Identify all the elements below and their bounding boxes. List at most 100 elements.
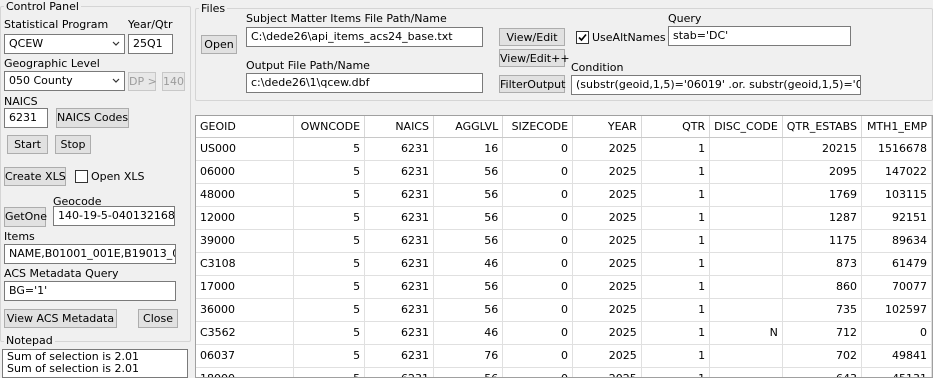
table-cell[interactable]: 46 xyxy=(433,252,504,276)
output-file-input[interactable]: c:\dede26\1\qcew.dbf xyxy=(246,73,483,93)
table-cell[interactable]: 2025 xyxy=(572,367,642,377)
table-cell[interactable]: 2025 xyxy=(572,298,642,322)
table-cell[interactable]: 0 xyxy=(502,344,574,368)
table-cell[interactable]: 5 xyxy=(293,321,366,345)
table-cell[interactable]: 2025 xyxy=(572,229,642,253)
table-cell[interactable]: 6231 xyxy=(364,137,434,161)
table-cell[interactable]: 6231 xyxy=(364,275,434,299)
getone-button[interactable]: GetOne xyxy=(4,207,47,227)
table-cell[interactable]: 102597 xyxy=(861,298,932,322)
table-cell[interactable]: 6231 xyxy=(364,206,434,230)
table-cell[interactable]: 1769 xyxy=(782,183,862,207)
table-cell[interactable] xyxy=(709,344,783,368)
statistical-program-select[interactable]: QCEW xyxy=(4,34,125,54)
table-cell[interactable]: 0 xyxy=(502,206,574,230)
table-cell[interactable]: 1 xyxy=(641,137,711,161)
table-cell[interactable]: 6231 xyxy=(364,298,434,322)
column-header[interactable]: YEAR xyxy=(572,116,642,138)
table-cell[interactable]: 12000 xyxy=(196,206,295,230)
table-cell[interactable]: 712 xyxy=(782,321,862,345)
table-cell[interactable]: 46 xyxy=(433,321,504,345)
table-cell[interactable]: 735 xyxy=(782,298,862,322)
table-cell[interactable]: 0 xyxy=(502,229,574,253)
table-cell[interactable]: 5 xyxy=(293,160,366,184)
table-cell[interactable]: 56 xyxy=(433,160,504,184)
table-cell[interactable]: 89634 xyxy=(861,229,932,253)
column-header[interactable]: DISC_CODE xyxy=(709,116,783,138)
table-cell[interactable]: 0 xyxy=(502,321,574,345)
table-cell[interactable]: 860 xyxy=(782,275,862,299)
table-cell[interactable]: 2095 xyxy=(782,160,862,184)
table-cell[interactable]: 2025 xyxy=(572,183,642,207)
table-row[interactable]: 39000 5 6231 56 0 2025 1 1175 89634 xyxy=(196,229,932,253)
table-cell[interactable]: 5 xyxy=(293,367,366,377)
table-cell[interactable]: 16 xyxy=(433,137,504,161)
use-alt-names-checkbox[interactable] xyxy=(576,31,589,44)
dp-button[interactable]: DP > xyxy=(128,72,157,91)
table-cell[interactable]: 0 xyxy=(502,252,574,276)
table-row[interactable]: 12000 5 6231 56 0 2025 1 1287 92151 xyxy=(196,206,932,230)
close-button[interactable]: Close xyxy=(138,309,178,328)
table-row[interactable]: 17000 5 6231 56 0 2025 1 860 70077 xyxy=(196,275,932,299)
table-cell[interactable]: 61479 xyxy=(861,252,932,276)
table-cell[interactable]: 1 xyxy=(641,229,711,253)
table-cell[interactable]: 1 xyxy=(641,275,711,299)
open-xls-checkbox[interactable] xyxy=(75,170,88,183)
table-cell[interactable]: 1516678 xyxy=(861,137,932,161)
table-cell[interactable]: 0 xyxy=(502,275,574,299)
table-cell[interactable]: 873 xyxy=(782,252,862,276)
table-row[interactable]: 36000 5 6231 56 0 2025 1 735 102597 xyxy=(196,298,932,322)
notepad-textarea[interactable]: Sum of selection is 2.01 Sum of selectio… xyxy=(2,349,188,378)
table-cell[interactable]: 70077 xyxy=(861,275,932,299)
table-cell[interactable]: 56 xyxy=(433,367,504,377)
filter-output-button[interactable]: FilterOutput xyxy=(499,75,565,93)
table-cell[interactable]: 5 xyxy=(293,252,366,276)
table-cell[interactable]: 18000 xyxy=(196,367,295,377)
table-cell[interactable]: 0 xyxy=(502,298,574,322)
year-qtr-input[interactable]: 25Q1 xyxy=(128,34,173,54)
column-header[interactable]: QTR xyxy=(641,116,711,138)
table-cell[interactable]: 0 xyxy=(502,183,574,207)
table-cell[interactable] xyxy=(709,252,783,276)
column-header[interactable]: GEOID xyxy=(196,116,295,138)
table-cell[interactable]: 06037 xyxy=(196,344,295,368)
table-cell[interactable]: 0 xyxy=(502,367,574,377)
create-xls-button[interactable]: Create XLS xyxy=(4,167,66,186)
table-row[interactable]: C3562 5 6231 46 0 2025 1 N 712 0 xyxy=(196,321,932,345)
view-edit-button[interactable]: View/Edit xyxy=(499,28,565,46)
table-cell[interactable] xyxy=(709,137,783,161)
table-cell[interactable]: US000 xyxy=(196,137,295,161)
column-header[interactable]: QTR_ESTABS xyxy=(782,116,862,138)
table-cell[interactable]: 1175 xyxy=(782,229,862,253)
table-cell[interactable]: 45131 xyxy=(861,367,932,377)
table-cell[interactable]: 06000 xyxy=(196,160,295,184)
table-cell[interactable]: 56 xyxy=(433,183,504,207)
naics-codes-button[interactable]: NAICS Codes xyxy=(56,108,129,128)
table-cell[interactable]: 5 xyxy=(293,206,366,230)
table-cell[interactable]: 5 xyxy=(293,298,366,322)
open-button[interactable]: Open xyxy=(201,35,237,54)
subject-items-input[interactable]: C:\dede26\api_items_acs24_base.txt xyxy=(246,27,483,47)
table-cell[interactable] xyxy=(709,160,783,184)
table-cell[interactable]: 2025 xyxy=(572,344,642,368)
geocode-input[interactable]: 140-19-5-04013216813 xyxy=(53,206,175,226)
table-cell[interactable]: 0 xyxy=(502,137,574,161)
table-cell[interactable]: 1 xyxy=(641,160,711,184)
table-cell[interactable]: 2025 xyxy=(572,206,642,230)
table-cell[interactable]: 103115 xyxy=(861,183,932,207)
table-cell[interactable]: 6231 xyxy=(364,160,434,184)
table-cell[interactable]: 147022 xyxy=(861,160,932,184)
table-cell[interactable]: 56 xyxy=(433,298,504,322)
table-cell[interactable]: 0 xyxy=(861,321,932,345)
table-cell[interactable]: 1287 xyxy=(782,206,862,230)
table-cell[interactable]: C3108 xyxy=(196,252,295,276)
table-row[interactable]: 06000 5 6231 56 0 2025 1 2095 147022 xyxy=(196,160,932,184)
data-grid[interactable]: GEOID OWNCODE NAICS AGGLVL SIZECODE YEAR… xyxy=(195,115,933,378)
naics-input[interactable]: 6231 xyxy=(4,108,48,128)
table-cell[interactable]: 56 xyxy=(433,229,504,253)
table-cell[interactable]: 39000 xyxy=(196,229,295,253)
table-cell[interactable]: 2025 xyxy=(572,275,642,299)
table-cell[interactable]: 6231 xyxy=(364,367,434,377)
dp-value-button[interactable]: 140 xyxy=(162,72,185,91)
table-cell[interactable]: 49841 xyxy=(861,344,932,368)
